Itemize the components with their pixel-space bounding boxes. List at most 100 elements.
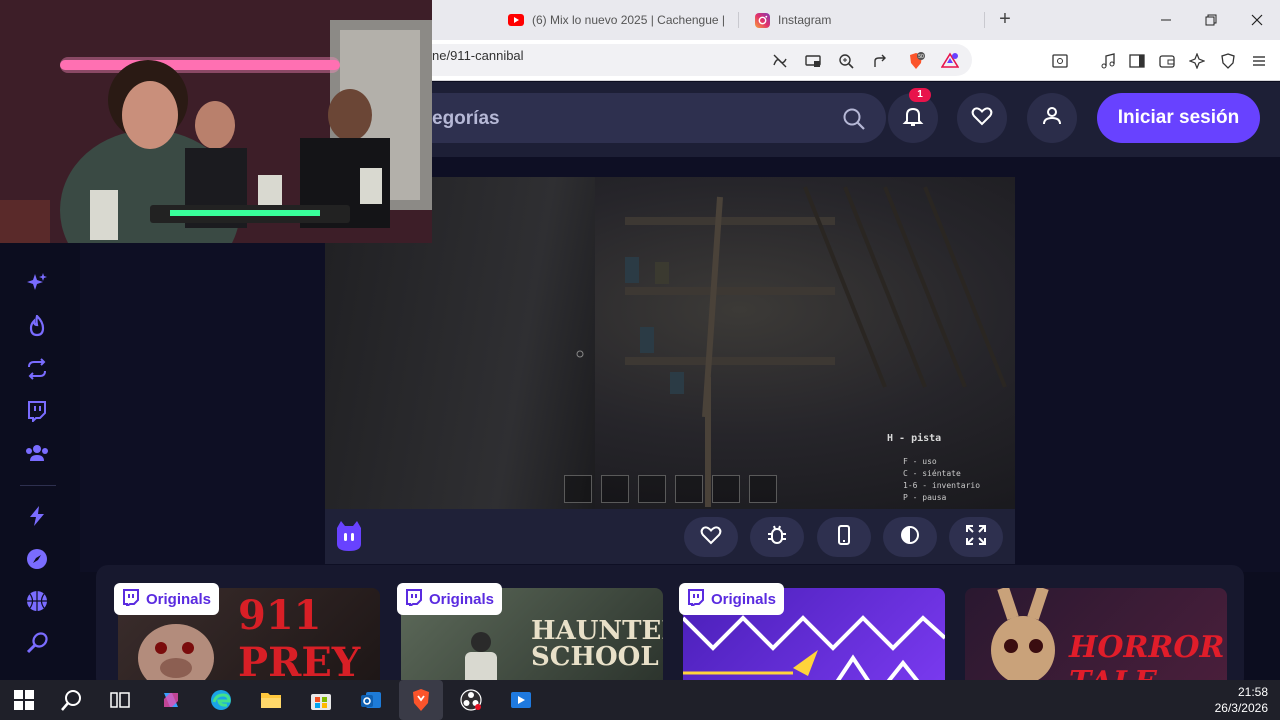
twitch-icon[interactable]	[25, 399, 49, 423]
fullscreen-button[interactable]	[949, 517, 1003, 557]
webcam-scene	[0, 0, 432, 243]
tab-instagram[interactable]: Instagram	[754, 8, 831, 32]
hint-line: P - pausa	[903, 493, 947, 502]
cast-icon[interactable]	[804, 52, 822, 70]
inventory-slot[interactable]	[712, 475, 740, 503]
start-menu-icon[interactable]	[12, 688, 36, 712]
heart-icon	[700, 524, 722, 551]
notification-badge: 1	[909, 88, 931, 102]
youtube-icon	[508, 12, 524, 28]
card-title-art: 911 PREY	[238, 592, 361, 686]
like-game-button[interactable]	[684, 517, 738, 557]
search-icon[interactable]	[842, 107, 866, 131]
fullscreen-icon	[965, 524, 987, 551]
card-title-art: HAUNTED SCHOOL	[531, 616, 663, 672]
originals-logo-icon	[122, 588, 140, 610]
system-clock[interactable]: 21:58 26/3/2026	[1215, 684, 1268, 716]
instagram-icon	[754, 12, 770, 28]
reader-mode-icon[interactable]	[1051, 52, 1069, 70]
originals-badge: Originals	[114, 583, 220, 615]
theater-icon	[899, 524, 921, 551]
tab-label: (6) Mix lo nuevo 2025 | Cachengue |	[532, 13, 726, 27]
tab-divider	[984, 12, 985, 28]
inventory-slot[interactable]	[749, 475, 777, 503]
search-placeholder: egorías	[432, 108, 500, 129]
wallet-icon[interactable]	[1158, 52, 1176, 70]
heart-icon	[970, 104, 994, 133]
tab-divider	[738, 12, 739, 28]
clock-time: 21:58	[1237, 685, 1268, 699]
card-art-bunny-mask	[991, 588, 1055, 684]
inventory-slot[interactable]	[564, 475, 592, 503]
originals-badge: Originals	[397, 583, 503, 615]
zoom-icon[interactable]	[837, 52, 855, 70]
hint-line: C - siéntate	[903, 469, 961, 478]
originals-label: Originals	[429, 590, 495, 608]
originals-label: Originals	[146, 590, 212, 608]
phone-icon	[833, 524, 855, 551]
task-view-icon[interactable]	[108, 688, 132, 712]
no-tracking-icon[interactable]	[771, 52, 789, 70]
new-tab-button[interactable]: +	[994, 9, 1016, 31]
fire-icon[interactable]	[25, 314, 49, 338]
inventory-slot[interactable]	[601, 475, 629, 503]
multiplayer-icon[interactable]	[25, 441, 49, 465]
card-art-creature	[138, 624, 214, 688]
restore-button[interactable]	[1201, 10, 1221, 30]
copilot-icon[interactable]	[159, 688, 183, 712]
inventory-slot[interactable]	[675, 475, 703, 503]
share-icon[interactable]	[871, 52, 889, 70]
originals-logo-icon	[405, 588, 423, 610]
brave-rewards-icon[interactable]	[941, 52, 959, 70]
brave-browser-icon[interactable]	[409, 688, 433, 712]
inventory-slot[interactable]	[638, 475, 666, 503]
card-art-figure	[465, 632, 497, 688]
friends-button[interactable]	[1027, 93, 1077, 143]
menu-icon[interactable]	[1250, 52, 1268, 70]
favorites-button[interactable]	[957, 93, 1007, 143]
lightning-icon[interactable]	[25, 504, 49, 528]
edge-icon[interactable]	[209, 688, 233, 712]
screen: (6) Mix lo nuevo 2025 | Cachengue | Inst…	[0, 0, 1280, 720]
bug-icon	[766, 524, 788, 551]
hint-line: 1-6 - inventario	[903, 481, 981, 490]
microsoft-store-icon[interactable]	[309, 688, 333, 712]
webcam-overlay	[0, 0, 432, 243]
users-icon	[1040, 104, 1064, 133]
login-button[interactable]: Iniciar sesión	[1097, 93, 1260, 143]
obs-studio-icon[interactable]	[459, 688, 483, 712]
sidebar-divider	[20, 485, 56, 486]
outlook-icon[interactable]	[359, 688, 383, 712]
url-text: ne/911-cannibal	[432, 48, 524, 63]
hint-key-label: H - pista	[887, 433, 942, 444]
brave-shields-icon[interactable]: 50	[907, 52, 925, 70]
originals-logo-icon	[687, 588, 705, 610]
site-logo-icon[interactable]	[335, 520, 363, 552]
windows-taskbar: 21:58 26/3/2026	[0, 680, 1280, 720]
mobile-button[interactable]	[817, 517, 871, 557]
sidebar-toggle-icon[interactable]	[1128, 52, 1146, 70]
minimize-button[interactable]	[1156, 10, 1176, 30]
video-editor-icon[interactable]	[509, 688, 533, 712]
vpn-icon[interactable]	[1219, 52, 1237, 70]
sparkle-icon[interactable]	[25, 271, 49, 295]
tab-youtube[interactable]: (6) Mix lo nuevo 2025 | Cachengue |	[508, 8, 725, 32]
game-controls-bar	[325, 509, 1015, 564]
clock-date: 26/3/2026	[1214, 701, 1268, 715]
racket-icon[interactable]	[25, 631, 49, 655]
search-icon[interactable]	[60, 688, 84, 712]
leo-ai-icon[interactable]	[1188, 52, 1206, 70]
svg-text:50: 50	[918, 54, 924, 60]
compass-icon[interactable]	[25, 547, 49, 571]
tab-label: Instagram	[778, 13, 832, 27]
hint-line: F - uso	[903, 457, 937, 466]
refresh-icon[interactable]	[25, 357, 49, 381]
game-card[interactable]: HORROR TALE	[965, 588, 1227, 688]
close-window-button[interactable]	[1247, 10, 1267, 30]
music-icon[interactable]	[1099, 52, 1117, 70]
report-bug-button[interactable]	[750, 517, 804, 557]
file-explorer-icon[interactable]	[259, 688, 283, 712]
theater-mode-button[interactable]	[883, 517, 937, 557]
originals-badge: Originals	[679, 583, 785, 615]
basketball-icon[interactable]	[25, 589, 49, 613]
